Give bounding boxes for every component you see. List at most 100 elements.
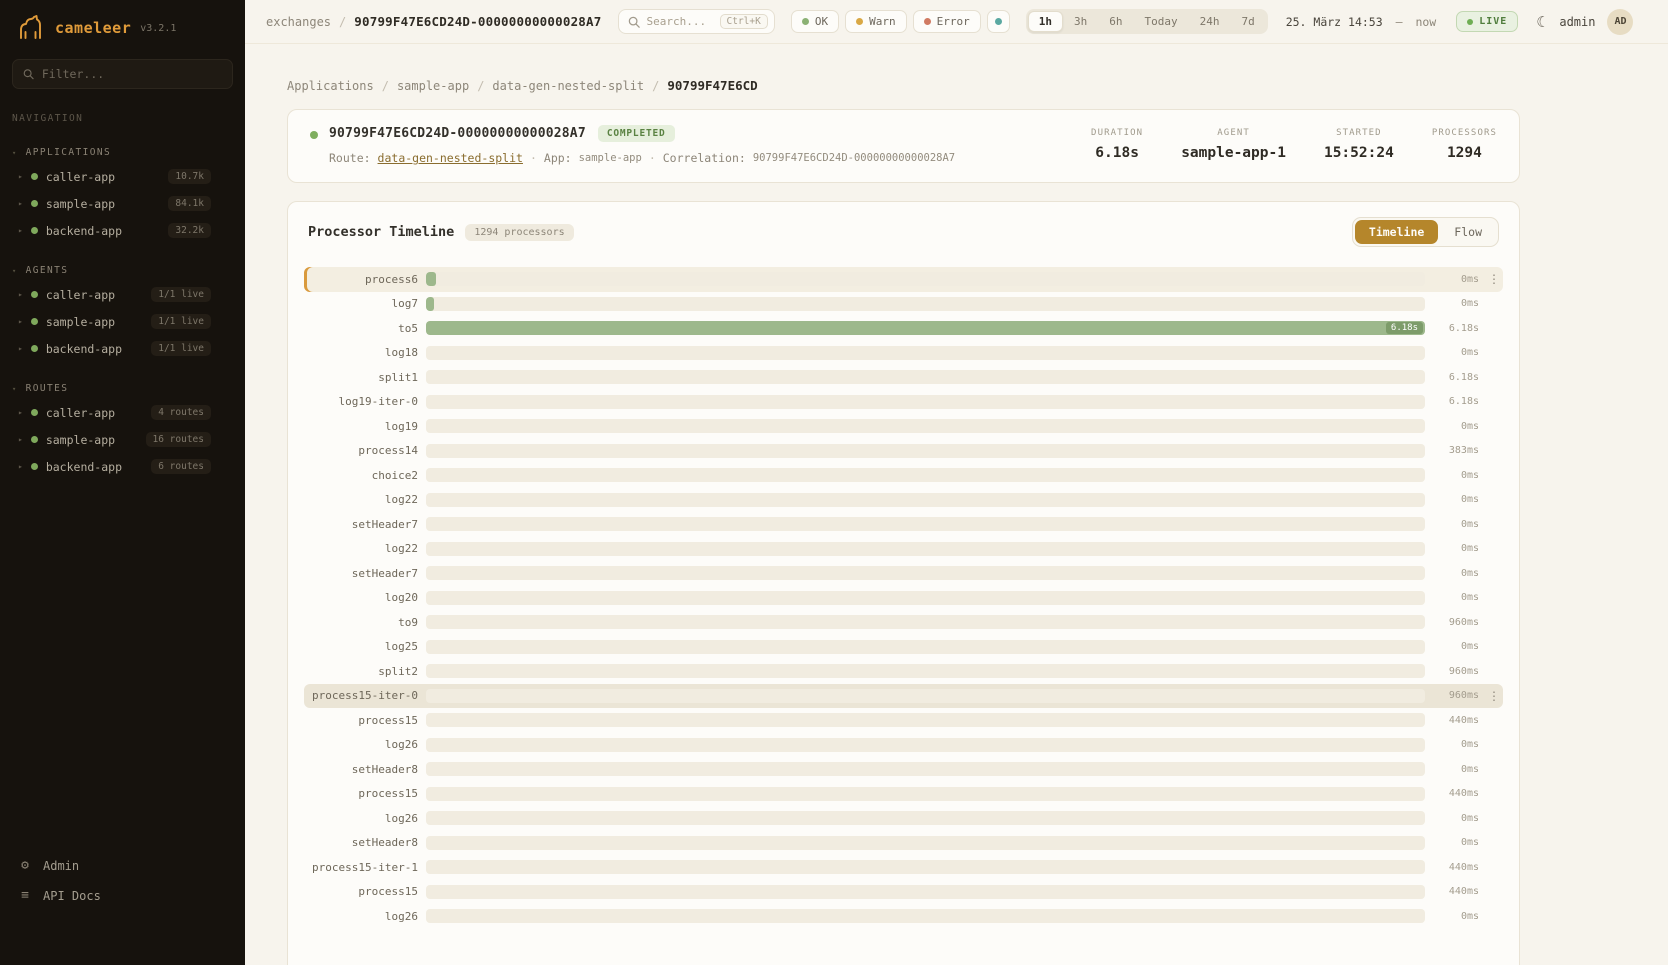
status-dot	[856, 18, 863, 25]
breadcrumb-section[interactable]: exchanges	[266, 15, 331, 29]
processor-name: setHeader8	[304, 836, 418, 849]
sidebar-item-sample-app[interactable]: ▸sample-app16 routes	[0, 426, 245, 453]
theme-toggle[interactable]: ☾	[1536, 13, 1545, 31]
filter-chip-label: Warn	[869, 15, 896, 28]
timeline-row[interactable]: setHeader70ms	[304, 561, 1503, 586]
processor-name: process15	[304, 885, 418, 898]
kebab-menu-icon[interactable]: ⋮	[1487, 272, 1501, 286]
sidebar-section-header[interactable]: ▾APPLICATIONS	[0, 142, 245, 163]
range-1h[interactable]: 1h	[1028, 11, 1063, 32]
timeline-row[interactable]: split16.18s	[304, 365, 1503, 390]
timeline-row[interactable]: process14383ms	[304, 439, 1503, 464]
meta-separator: ·	[649, 151, 656, 165]
timeline-row[interactable]: setHeader80ms	[304, 757, 1503, 782]
timeline-track	[426, 272, 1425, 286]
timeline-track	[426, 909, 1425, 923]
route-link[interactable]: data-gen-nested-split	[378, 151, 523, 165]
timeline-row[interactable]: log260ms	[304, 806, 1503, 831]
timeline-row[interactable]: log260ms	[304, 733, 1503, 758]
timeline-row[interactable]: log260ms	[304, 904, 1503, 929]
row-duration: 6.18s	[1433, 323, 1479, 334]
chevron-right-icon: ▸	[18, 462, 23, 471]
timeline-track	[426, 346, 1425, 360]
timeline-row[interactable]: process15440ms	[304, 880, 1503, 905]
range-24h[interactable]: 24h	[1189, 11, 1231, 32]
row-duration: 0ms	[1433, 739, 1479, 750]
timeline-row[interactable]: log220ms	[304, 488, 1503, 513]
timeline-row[interactable]: process15440ms	[304, 708, 1503, 733]
sidebar-section-header[interactable]: ▾AGENTS	[0, 260, 245, 281]
sidebar-item-caller-app[interactable]: ▸caller-app10.7k	[0, 163, 245, 190]
breadcrumb-item[interactable]: data-gen-nested-split	[492, 79, 644, 93]
sidebar-footer-admin[interactable]: ⚙Admin	[18, 858, 227, 873]
timeline-title: Processor Timeline	[308, 224, 454, 240]
sidebar-filter-input[interactable]	[42, 67, 222, 81]
sidebar-item-caller-app[interactable]: ▸caller-app1/1 live	[0, 281, 245, 308]
filter-chip-warn[interactable]: Warn	[845, 10, 907, 33]
sidebar-section: ▾AGENTS▸caller-app1/1 live▸sample-app1/1…	[0, 260, 245, 362]
timeline-row[interactable]: split2960ms	[304, 659, 1503, 684]
row-duration: 440ms	[1433, 788, 1479, 799]
sidebar-item-sample-app[interactable]: ▸sample-app84.1k	[0, 190, 245, 217]
timeline-row[interactable]: log250ms	[304, 635, 1503, 660]
timeline-row[interactable]: to56.18s6.18s	[304, 316, 1503, 341]
sidebar-footer-api-docs[interactable]: ≡API Docs	[18, 888, 227, 903]
stat-label: DURATION	[1091, 128, 1143, 138]
range-6h[interactable]: 6h	[1098, 11, 1133, 32]
filter-chip-ok[interactable]: OK	[791, 10, 839, 33]
sidebar-item-label: sample-app	[46, 433, 115, 447]
timeline-row[interactable]: log70ms	[304, 292, 1503, 317]
sidebar-item-caller-app[interactable]: ▸caller-app4 routes	[0, 399, 245, 426]
breadcrumb-item[interactable]: sample-app	[397, 79, 469, 93]
breadcrumb-separator: /	[382, 79, 389, 93]
view-timeline-button[interactable]: Timeline	[1355, 220, 1438, 244]
sidebar-item-badge: 84.1k	[168, 196, 211, 211]
timeline-row[interactable]: log200ms	[304, 586, 1503, 611]
processor-name: choice2	[304, 469, 418, 482]
range-today[interactable]: Today	[1133, 11, 1188, 32]
date-range[interactable]: 25. März 14:53 — now	[1286, 15, 1437, 29]
row-duration: 0ms	[1433, 641, 1479, 652]
sidebar-section-header[interactable]: ▾ROUTES	[0, 378, 245, 399]
range-7d[interactable]: 7d	[1230, 11, 1265, 32]
sidebar-item-sample-app[interactable]: ▸sample-app1/1 live	[0, 308, 245, 335]
row-duration: 960ms	[1433, 690, 1479, 701]
timeline-row[interactable]: log19-iter-06.18s	[304, 390, 1503, 415]
search-input[interactable]	[647, 15, 713, 28]
sidebar-item-badge: 1/1 live	[151, 314, 211, 329]
row-duration: 0ms	[1433, 494, 1479, 505]
sidebar-item-backend-app[interactable]: ▸backend-app32.2k	[0, 217, 245, 244]
filter-chip-error[interactable]: Error	[913, 10, 981, 33]
timeline-track	[426, 419, 1425, 433]
timeline-row[interactable]: process60ms⋮	[304, 267, 1503, 292]
avatar[interactable]: AD	[1607, 9, 1633, 35]
timeline-row[interactable]: process15-iter-1440ms	[304, 855, 1503, 880]
breadcrumb-item: 90799F47E6CD	[667, 78, 757, 93]
footer-label: Admin	[43, 859, 79, 873]
breadcrumb-separator: /	[477, 79, 484, 93]
kebab-menu-icon[interactable]: ⋮	[1487, 689, 1501, 703]
live-badge[interactable]: LIVE	[1456, 11, 1518, 32]
sidebar-item-label: backend-app	[46, 342, 122, 356]
timeline-row[interactable]: to9960ms	[304, 610, 1503, 635]
timeline-row[interactable]: log190ms	[304, 414, 1503, 439]
timeline-row[interactable]: log180ms	[304, 341, 1503, 366]
timeline-track	[426, 591, 1425, 605]
timeline-row[interactable]: setHeader70ms	[304, 512, 1503, 537]
timeline-row[interactable]: setHeader80ms	[304, 831, 1503, 856]
sidebar-item-backend-app[interactable]: ▸backend-app6 routes	[0, 453, 245, 480]
view-flow-button[interactable]: Flow	[1440, 220, 1496, 244]
filter-chip-extra[interactable]	[987, 10, 1010, 33]
search-box[interactable]: Ctrl+K	[618, 9, 775, 34]
breadcrumb-item[interactable]: Applications	[287, 79, 374, 93]
status-dot	[924, 18, 931, 25]
timeline-track	[426, 542, 1425, 556]
sidebar-item-backend-app[interactable]: ▸backend-app1/1 live	[0, 335, 245, 362]
status-dot	[802, 18, 809, 25]
range-3h[interactable]: 3h	[1063, 11, 1098, 32]
live-dot	[1467, 19, 1473, 25]
timeline-row[interactable]: process15-iter-0960ms⋮	[304, 684, 1503, 709]
timeline-row[interactable]: log220ms	[304, 537, 1503, 562]
timeline-row[interactable]: process15440ms	[304, 782, 1503, 807]
timeline-row[interactable]: choice20ms	[304, 463, 1503, 488]
